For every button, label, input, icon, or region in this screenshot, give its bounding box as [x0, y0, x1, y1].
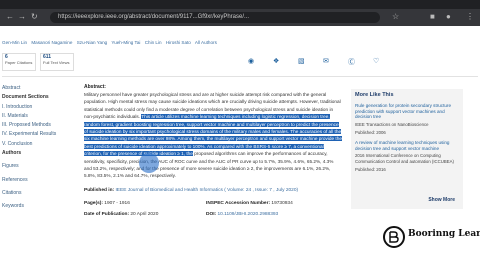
doi-label: DOI:	[206, 211, 217, 217]
published-in: Published in: IEEE Journal of Biomedical…	[84, 188, 342, 193]
author-link[interactable]: Yueh-Ming Tai	[111, 40, 140, 45]
cursor-highlight	[139, 153, 159, 173]
all-authors-link[interactable]: All Authors	[195, 40, 217, 45]
document-sidebar: Abstract Document Sections I. Introducti…	[2, 84, 77, 212]
print-icon[interactable]: ▧	[298, 57, 305, 65]
alert-icon[interactable]: ♡	[373, 57, 379, 65]
sidebar-item-authors[interactable]: Authors	[2, 149, 77, 158]
meta-row-2: Date of Publication: 20 April 2020 DOI: …	[84, 212, 342, 217]
reload-icon[interactable]: ↻	[31, 12, 38, 22]
sidebar-item-references[interactable]: References	[2, 176, 77, 185]
sidebar-item-materials[interactable]: II. Materials	[2, 112, 77, 121]
inspec-value: 19730934	[271, 200, 293, 206]
author-list: Gen-Min Lin Masanori Nagamine Szu-Nian Y…	[2, 40, 302, 48]
related-article-year: Published: 2016	[355, 166, 386, 172]
date-label: Date of Publication:	[84, 211, 130, 217]
views-box[interactable]: 611 Full Text Views	[40, 53, 74, 71]
citations-box[interactable]: 6 Paper Citations	[2, 53, 36, 71]
sidebar-item-introduction[interactable]: I. Introduction	[2, 103, 77, 112]
date-value: 20 April 2020	[130, 211, 159, 217]
watermark-text: Boorinng Learning	[408, 229, 480, 239]
more-like-this-panel: More Like This Rule generation for prote…	[351, 89, 463, 209]
sidebar-item-results[interactable]: IV. Experimental Results	[2, 130, 77, 139]
divider	[2, 76, 478, 77]
cite-icon[interactable]: ❖	[273, 57, 279, 65]
sidebar-item-keywords[interactable]: Keywords	[2, 202, 77, 211]
watermark-logo-icon	[383, 226, 405, 248]
selected-text: This article utilizes machine learning t…	[84, 114, 342, 157]
back-icon[interactable]: ←	[6, 12, 14, 22]
sidebar-item-citations[interactable]: Citations	[2, 189, 77, 198]
related-article-link[interactable]: Rule generation for protein secondary st…	[351, 101, 463, 122]
abstract-text: Military personnel have greater psycholo…	[84, 91, 342, 180]
citations-label: Paper Citations	[5, 60, 33, 65]
copyright-icon[interactable]: Ⓒ	[348, 57, 355, 67]
pages-value: 1907 - 1916	[104, 200, 130, 206]
url-field[interactable]: https://ieeexplore.ieee.org/abstract/doc…	[50, 12, 380, 23]
related-article-link[interactable]: A review of machine learning techniques …	[351, 138, 463, 153]
related-article-source: IEEE Transactions on NanoBioscience	[355, 121, 429, 127]
journal-link[interactable]: IEEE Journal of Biomedical and Health In…	[115, 188, 298, 193]
author-link[interactable]: Masanori Nagamine	[31, 40, 72, 45]
channel-watermark: Boorinng Learning	[382, 222, 480, 252]
pages-label: Page(s):	[84, 200, 103, 206]
author-link[interactable]: Szu-Nian Yang	[77, 40, 107, 45]
menu-icon[interactable]: ⋮	[466, 12, 474, 22]
sidebar-heading-sections: Document Sections	[2, 94, 49, 101]
author-link[interactable]: Hiroshi Sato	[166, 40, 191, 45]
sidebar-item-figures[interactable]: Figures	[2, 162, 77, 171]
abstract-section: Abstract: Military personnel have greate…	[84, 84, 342, 217]
inspec-label: INSPEC Accession Number:	[206, 200, 271, 206]
related-article-year: Published: 2006	[355, 129, 386, 135]
published-label: Published in:	[84, 187, 115, 193]
show-more-link[interactable]: Show More	[428, 197, 455, 203]
pdf-icon[interactable]: ◉	[248, 57, 254, 65]
extensions-icon[interactable]: ■	[430, 12, 435, 22]
star-icon[interactable]: ☆	[392, 12, 399, 22]
sidebar-item-abstract[interactable]: Abstract	[2, 84, 77, 93]
abstract-title: Abstract:	[84, 84, 106, 90]
forward-icon[interactable]: →	[18, 12, 26, 22]
author-link[interactable]: Chin Lin	[145, 40, 162, 45]
views-label: Full Text Views	[43, 60, 70, 65]
doi-link[interactable]: 10.1109/JBHI.2020.2988393	[217, 212, 278, 217]
email-icon[interactable]: ✉	[323, 57, 329, 65]
sidebar-item-conclusion[interactable]: V. Conclusion	[2, 140, 77, 149]
author-link[interactable]: Gen-Min Lin	[2, 40, 27, 45]
sidebar-item-methods[interactable]: III. Proposed Methods	[2, 121, 77, 130]
related-article-source: 2016 International Conference on Computi…	[355, 153, 454, 164]
more-like-this-title: More Like This	[355, 92, 394, 98]
profile-icon[interactable]: ●	[446, 12, 451, 22]
meta-row-1: Page(s): 1907 - 1916 INSPEC Accession Nu…	[84, 201, 342, 206]
metrics-boxes: 6 Paper Citations 611 Full Text Views	[2, 53, 74, 73]
